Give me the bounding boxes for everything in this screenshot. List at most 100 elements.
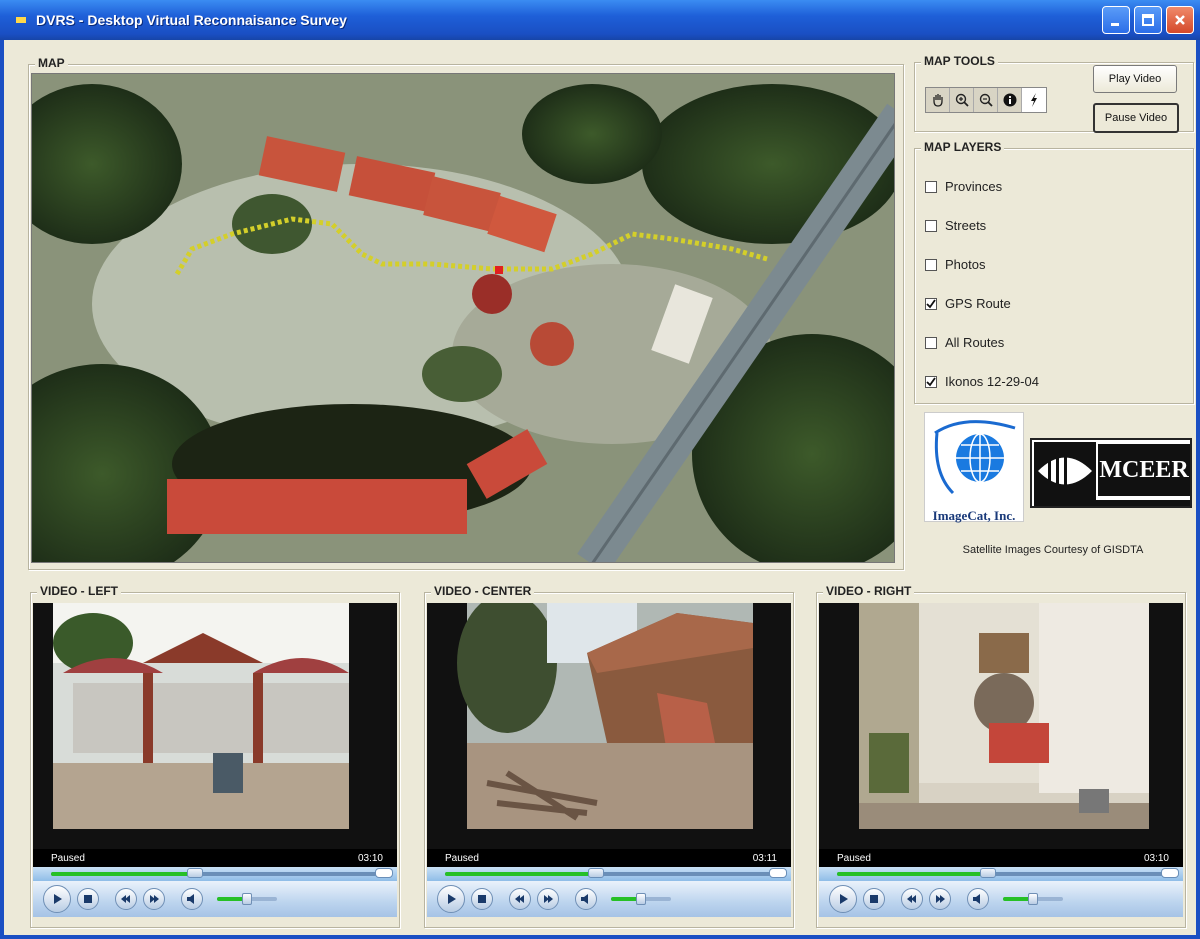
layer-label: Provinces [945,179,1003,194]
layer-checkbox[interactable] [925,219,937,232]
video-right-group: VIDEO - RIGHT Paused 03:10 [816,584,1186,928]
info-button[interactable] [998,88,1022,112]
zoom-in-button[interactable] [950,88,974,112]
video-status: Paused [445,852,479,864]
layer-toggle-ikonos-12-29-04[interactable]: Ikonos 12-29-04 [925,374,1039,389]
previous-button[interactable] [115,888,137,910]
layer-label: All Routes [945,335,1005,350]
mceer-logo-text: MCEER [1098,444,1190,496]
map-tools-label: MAP TOOLS [921,54,998,68]
mceer-logo: MCEER [1030,438,1192,508]
video-status: Paused [51,852,85,864]
satellite-map[interactable] [31,73,895,563]
volume-thumb[interactable] [1028,893,1038,905]
zoom-out-button[interactable] [974,88,998,112]
app-icon [16,17,26,23]
zoom-in-icon [955,93,969,107]
next-button[interactable] [143,888,165,910]
video-frame [819,603,1183,849]
play-button[interactable] [829,885,857,913]
volume-slider[interactable] [1003,893,1063,905]
previous-icon [907,895,916,903]
layer-toggle-streets[interactable]: Streets [925,218,986,233]
video-label: VIDEO - LEFT [37,584,121,598]
next-icon [936,895,945,903]
speaker-icon [187,894,194,904]
lightning-icon [1031,93,1037,107]
mute-button[interactable] [575,888,597,910]
map-tools-group: MAP TOOLS Play Video Pause Video [914,54,1194,133]
play-button[interactable] [437,885,465,913]
map-group: MAP [28,56,904,570]
seek-progress [51,872,196,876]
play-icon [448,894,456,904]
lightning-tool-button[interactable] [1022,88,1046,112]
play-icon [54,894,62,904]
layer-checkbox[interactable] [925,375,937,388]
seek-end-cap [769,868,787,878]
seek-end-cap [1161,868,1179,878]
video-screen[interactable] [33,603,397,849]
mceer-subtitle-bar [1034,500,1190,506]
video-time: 03:10 [357,852,383,864]
seek-thumb[interactable] [187,868,204,878]
video-status-bar: Paused 03:11 [427,849,791,867]
player-controls [427,881,791,917]
next-button[interactable] [929,888,951,910]
layer-toggle-gps-route[interactable]: GPS Route [925,296,1011,311]
layer-checkbox[interactable] [925,336,937,349]
seek-progress [837,872,989,876]
play-video-button[interactable]: Play Video [1093,65,1177,93]
minimize-button[interactable] [1102,6,1130,34]
info-icon [1003,93,1016,107]
seek-thumb[interactable] [980,868,997,878]
video-time: 03:10 [1143,852,1169,864]
speaker-icon [973,894,980,904]
volume-slider[interactable] [217,893,277,905]
layer-toggle-photos[interactable]: Photos [925,257,985,272]
maximize-button[interactable] [1134,6,1162,34]
imagecat-logo-text: ImageCat, Inc. [932,508,1016,523]
previous-button[interactable] [901,888,923,910]
volume-thumb[interactable] [242,893,252,905]
video-screen[interactable] [427,603,791,849]
seek-bar[interactable] [427,867,791,881]
stop-button[interactable] [863,888,885,910]
seek-bar[interactable] [819,867,1183,881]
video-time: 03:11 [752,852,777,864]
stop-button[interactable] [77,888,99,910]
minimize-icon [1111,23,1119,26]
pause-video-button[interactable]: Pause Video [1093,103,1179,133]
window-title: DVRS - Desktop Virtual Reconnaisance Sur… [36,12,347,28]
map-label: MAP [35,56,68,70]
next-button[interactable] [537,888,559,910]
close-button[interactable] [1166,6,1194,34]
globe-logo-icon [934,420,1016,495]
video-screen[interactable] [819,603,1183,849]
checkmark-icon [926,298,936,308]
volume-slider[interactable] [611,893,671,905]
next-icon [150,895,159,903]
video-center-group: VIDEO - CENTER Paused 03:11 [424,584,794,928]
stop-icon [84,895,92,903]
stop-button[interactable] [471,888,493,910]
previous-icon [515,895,524,903]
video-frame [33,603,397,849]
previous-button[interactable] [509,888,531,910]
layer-checkbox[interactable] [925,297,937,310]
layer-checkbox[interactable] [925,180,937,193]
pan-tool-button[interactable] [926,88,950,112]
play-button[interactable] [43,885,71,913]
mute-button[interactable] [181,888,203,910]
layer-toggle-all-routes[interactable]: All Routes [925,335,1004,350]
volume-thumb[interactable] [636,893,646,905]
play-icon [840,894,848,904]
layer-toggle-provinces[interactable]: Provinces [925,179,1002,194]
layer-checkbox[interactable] [925,258,937,271]
next-icon [544,895,553,903]
video-label: VIDEO - RIGHT [823,584,915,598]
seek-thumb[interactable] [588,868,605,878]
seek-bar[interactable] [33,867,397,881]
mute-button[interactable] [967,888,989,910]
layer-label: Streets [945,218,987,233]
